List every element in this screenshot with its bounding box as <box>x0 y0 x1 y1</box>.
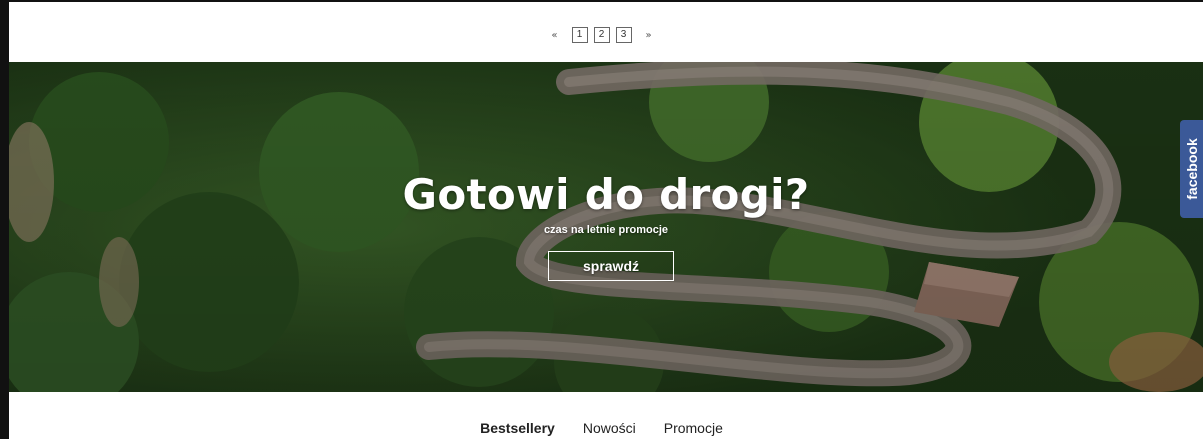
hero-banner: Gotowi do drogi? czas na letnie promocje… <box>9 62 1203 392</box>
hero-title: Gotowi do drogi? <box>402 170 810 219</box>
top-border <box>9 0 1203 2</box>
tab-nowosci[interactable]: Nowości <box>583 420 636 436</box>
tab-bestsellery[interactable]: Bestsellery <box>480 420 555 436</box>
slider-pagination: « 1 2 3 » <box>0 27 1203 43</box>
pagination-page-2[interactable]: 2 <box>593 27 610 43</box>
pagination-page-3[interactable]: 3 <box>615 27 632 43</box>
hero-subtitle: czas na letnie promocje <box>543 224 669 236</box>
hero-check-button[interactable]: sprawdź <box>548 251 674 281</box>
facebook-label: facebook <box>1183 138 1200 200</box>
pagination-next-arrow[interactable]: » <box>646 30 652 41</box>
left-border <box>0 0 9 439</box>
tab-promocje[interactable]: Promocje <box>664 420 723 436</box>
pagination-prev-arrow[interactable]: « <box>551 30 557 41</box>
pagination-page-1[interactable]: 1 <box>571 27 588 43</box>
product-tabs: Bestsellery Nowości Promocje <box>0 420 1203 436</box>
facebook-side-tab[interactable]: facebook <box>1180 120 1203 218</box>
